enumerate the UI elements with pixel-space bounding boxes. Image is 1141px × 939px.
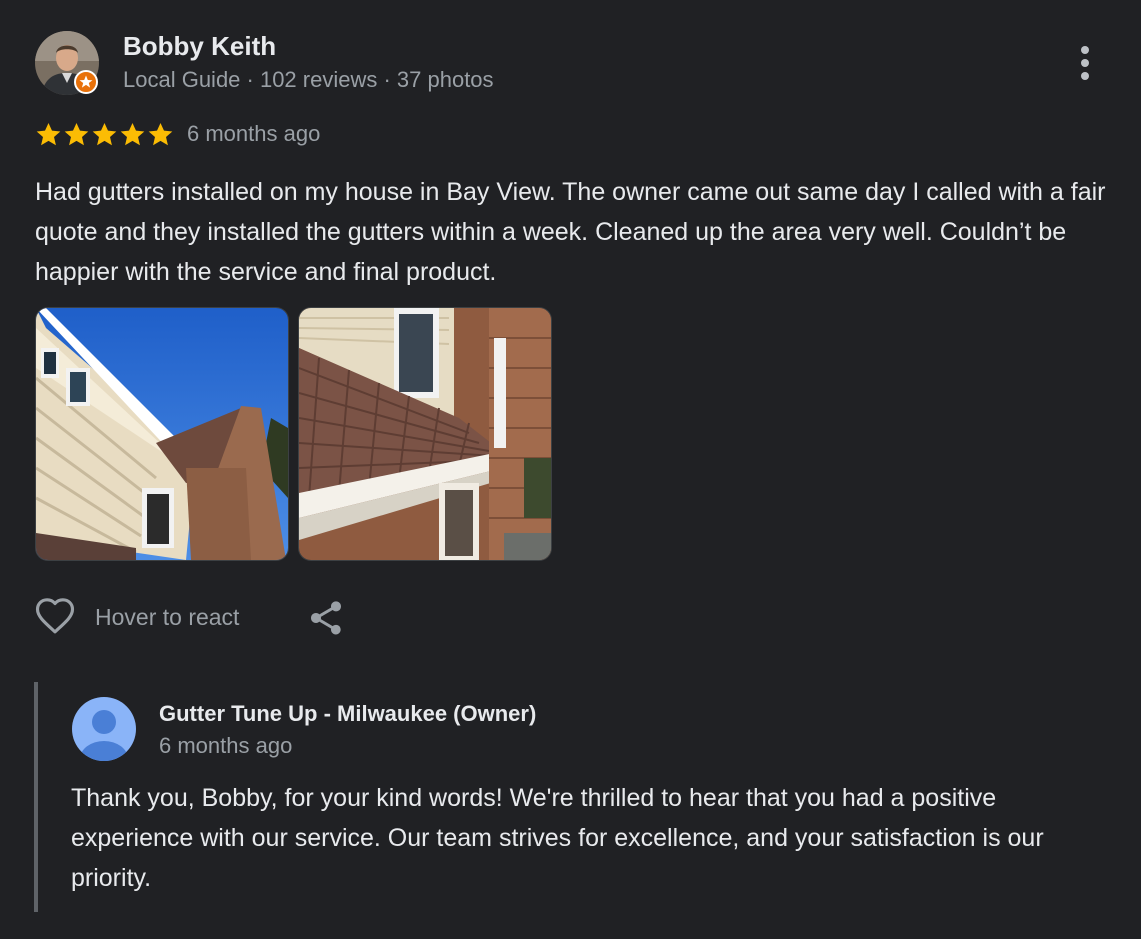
- star-icon: [64, 123, 89, 146]
- house-gutter-photo: [36, 308, 288, 560]
- author-meta: Local Guide · 102 reviews · 37 photos: [123, 67, 494, 92]
- review-card: Bobby Keith Local Guide · 102 reviews · …: [0, 0, 1141, 939]
- react-button[interactable]: Hover to react: [34, 596, 239, 638]
- more-options-button[interactable]: [1066, 42, 1104, 84]
- default-person-avatar-icon: [72, 697, 136, 761]
- react-label: Hover to react: [95, 603, 240, 630]
- review-time: 6 months ago: [187, 121, 321, 146]
- heart-icon: [35, 598, 75, 634]
- reply-divider: [34, 682, 38, 912]
- owner-name: Gutter Tune Up - Milwaukee (Owner): [159, 701, 537, 726]
- author-name[interactable]: Bobby Keith: [123, 31, 276, 62]
- star-icon: [36, 123, 61, 146]
- owner-reply-time: 6 months ago: [159, 733, 293, 758]
- star-icon: [92, 123, 117, 146]
- share-icon: [311, 601, 341, 635]
- share-button[interactable]: [306, 598, 346, 638]
- local-guide-badge-icon: [74, 70, 98, 94]
- star-icon: [120, 123, 145, 146]
- star-rating: [35, 121, 174, 148]
- more-vert-icon: [1081, 46, 1089, 80]
- roof-gutter-closeup-photo: [299, 308, 551, 560]
- review-photo-1[interactable]: [36, 308, 288, 560]
- review-photo-2[interactable]: [299, 308, 551, 560]
- review-text: Had gutters installed on my house in Bay…: [35, 178, 1106, 286]
- owner-avatar: [72, 697, 136, 761]
- star-icon: [148, 123, 173, 146]
- owner-reply-text: Thank you, Bobby, for your kind words! W…: [71, 784, 1044, 892]
